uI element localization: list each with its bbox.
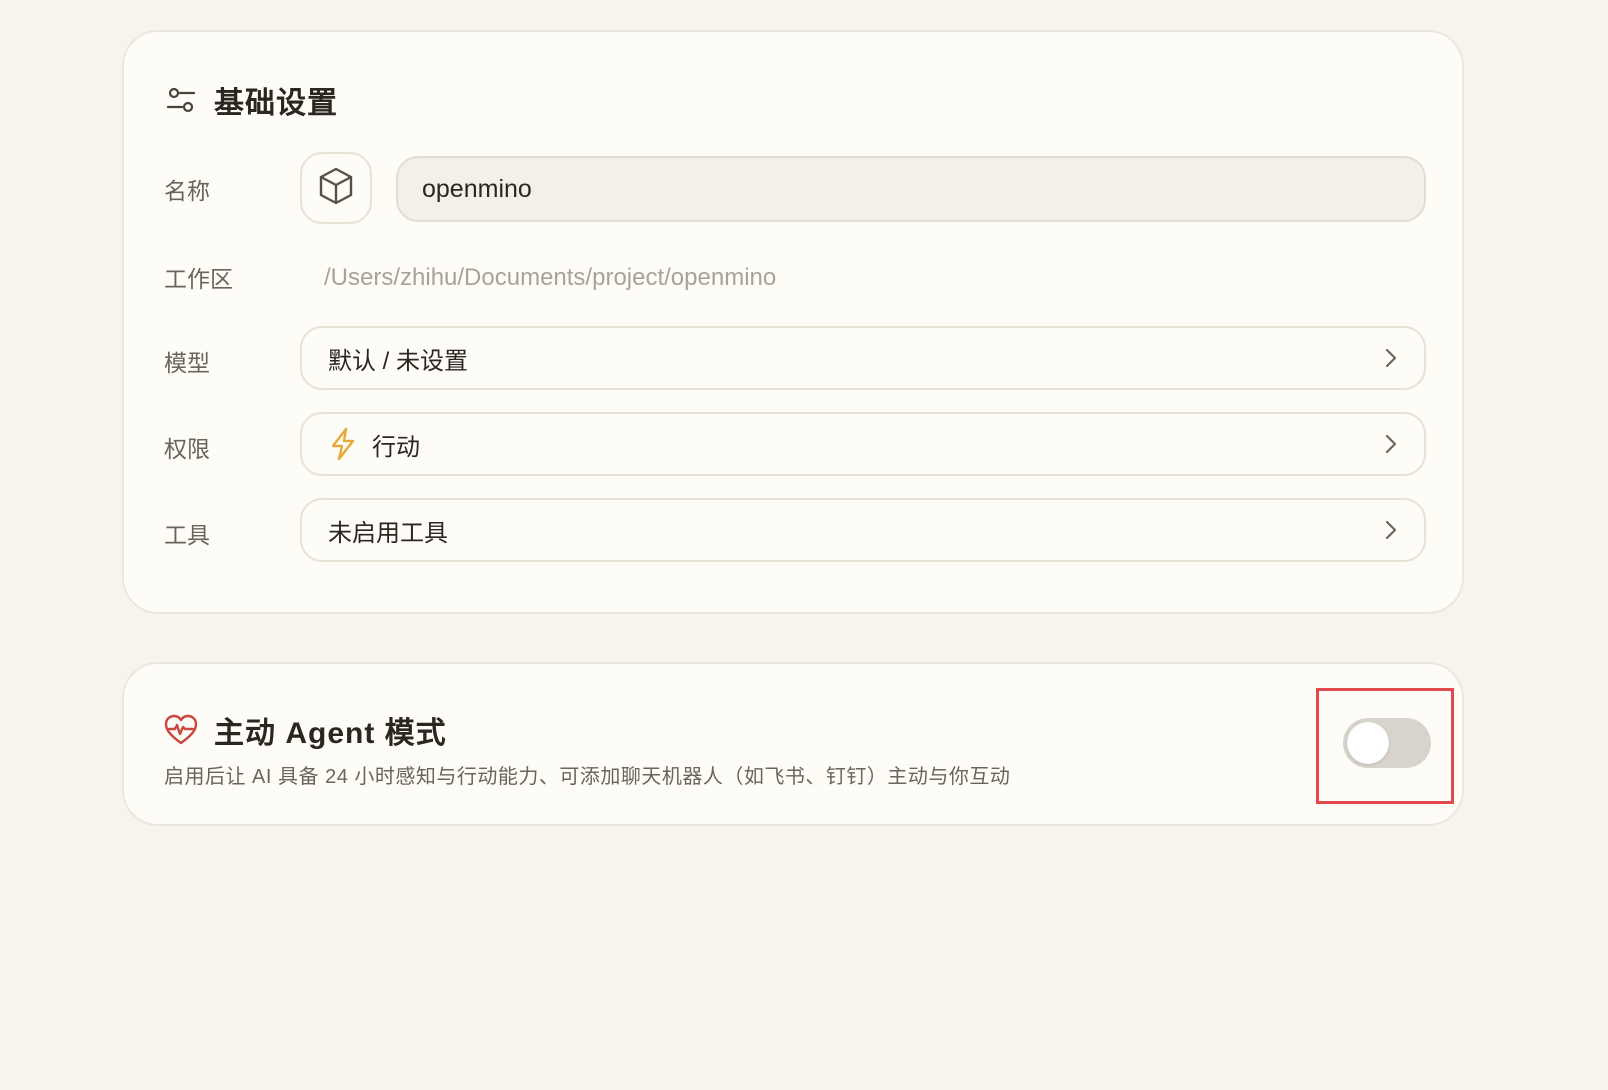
permission-select[interactable]: 行动	[300, 412, 1426, 476]
agent-mode-toggle[interactable]	[1343, 718, 1431, 768]
name-label: 名称	[164, 178, 210, 204]
sliders-icon	[164, 83, 198, 117]
chevron-right-icon	[1384, 433, 1398, 455]
heart-pulse-icon	[164, 714, 198, 746]
basic-settings-card: 基础设置 名称 工作区 /Users/zhihu/Documents/proje…	[122, 30, 1464, 614]
chevron-right-icon	[1384, 347, 1398, 369]
tools-label: 工具	[164, 522, 210, 548]
model-select[interactable]: 默认 / 未设置	[300, 326, 1426, 390]
name-input[interactable]	[396, 156, 1426, 222]
model-label: 模型	[164, 350, 210, 376]
basic-settings-title: 基础设置	[214, 87, 338, 120]
tools-select[interactable]: 未启用工具	[300, 498, 1426, 562]
tools-value: 未启用工具	[328, 519, 448, 547]
agent-mode-card: 主动 Agent 模式 启用后让 AI 具备 24 小时感知与行动能力、可添加聊…	[122, 662, 1464, 826]
avatar-picker-button[interactable]	[300, 152, 372, 224]
agent-mode-description: 启用后让 AI 具备 24 小时感知与行动能力、可添加聊天机器人（如飞书、钉钉）…	[164, 766, 1011, 788]
lightning-icon	[328, 427, 358, 461]
basic-settings-header: 基础设置	[164, 78, 338, 122]
workspace-path: /Users/zhihu/Documents/project/openmino	[324, 264, 777, 291]
permission-label: 权限	[164, 436, 210, 462]
agent-mode-header: 主动 Agent 模式	[164, 708, 447, 752]
cube-icon	[316, 166, 356, 211]
chevron-right-icon	[1384, 519, 1398, 541]
agent-mode-title: 主动 Agent 模式	[214, 717, 447, 750]
workspace-label: 工作区	[164, 266, 233, 292]
toggle-knob[interactable]	[1347, 722, 1389, 764]
model-value: 默认 / 未设置	[328, 347, 469, 375]
permission-value: 行动	[372, 433, 420, 461]
